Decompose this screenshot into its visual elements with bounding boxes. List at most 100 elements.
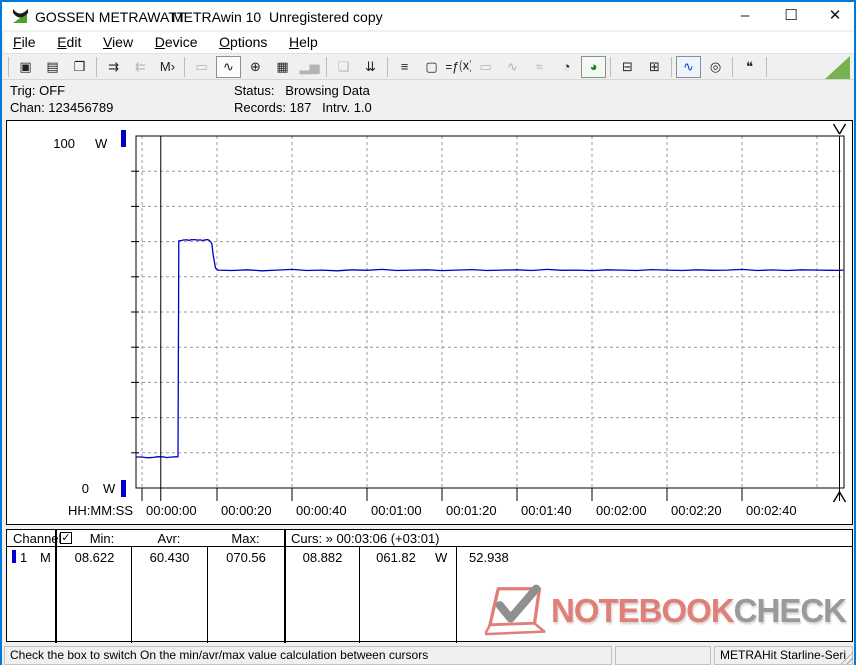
x-axis-tick-label: 00:02:20	[671, 503, 722, 518]
col-header-avr: Avr:	[131, 531, 207, 546]
table-view-icon[interactable]: ▦	[270, 56, 295, 78]
value-max: 070.56	[208, 550, 284, 565]
monitor-device-icon[interactable]: ▢	[419, 56, 444, 78]
table-border	[284, 530, 286, 643]
trigger-status: Trig: OFF	[10, 83, 65, 98]
toolbar-separator	[96, 57, 97, 77]
minimize-button[interactable]: –	[725, 2, 765, 30]
cursor-2-top-handle[interactable]	[834, 124, 846, 134]
channel-config-icon[interactable]: ≡	[392, 56, 417, 78]
app-logo-icon	[12, 8, 29, 25]
toolbar-separator	[732, 57, 733, 77]
device-status-panel: Trig: OFF Chan: 123456789 Status: Browsi…	[2, 80, 854, 116]
chart-panel: 00:00:00 00:00:20 00:00:40 00:01:00 00:01:20…	[6, 120, 853, 525]
x-axis-tick-label: 00:01:20	[446, 503, 497, 518]
menu-device[interactable]: Device	[146, 32, 207, 50]
zoom-waveform-icon[interactable]: ∿	[676, 56, 701, 78]
save-icon[interactable]: ▣	[13, 56, 38, 78]
col-header-max: Max:	[207, 531, 284, 546]
zoom-select-icon[interactable]: ◎	[703, 56, 728, 78]
read-memory-icon[interactable]: M›	[155, 56, 180, 78]
x-axis-tick-label: 00:02:00	[596, 503, 647, 518]
value-cursor1: 08.882	[286, 550, 359, 565]
toolbar-separator	[8, 57, 9, 77]
line-chart-view-icon[interactable]: ∿	[216, 56, 241, 78]
histogram-view-icon: ▂▅	[297, 56, 322, 78]
timer-icon[interactable]: ◔	[554, 56, 579, 78]
toolbar: ▣▤❒⇉⇇M›▭∿⊕▦▂▅❏⇊≡▢=ƒ⒳▭∿≈◔◕⊟⊞∿◎❝	[2, 53, 854, 80]
channel-marker-top	[121, 130, 126, 147]
browse-status: Status: Browsing Data	[234, 83, 370, 98]
y-axis-max-label: 100	[53, 136, 75, 151]
menu-view[interactable]: View	[94, 32, 142, 50]
table-border	[359, 546, 360, 643]
statusbar-empty-pane	[615, 646, 711, 665]
col-header-cursors: Curs: » 00:03:06 (+03:01)	[291, 531, 440, 546]
channel-mode: M	[40, 550, 51, 565]
x-axis-tick-label: 00:01:00	[371, 503, 422, 518]
value-min: 08.622	[58, 550, 131, 565]
statusbar-device-name: METRAHit Starline-Seri	[714, 646, 853, 665]
x-axis-tick-label: 00:00:20	[221, 503, 272, 518]
series-line-channel-1	[136, 240, 843, 458]
table-header-divider	[7, 546, 852, 547]
menu-edit[interactable]: Edit	[48, 32, 90, 50]
x-axis-label: HH:MM:SS	[68, 503, 133, 518]
menu-file[interactable]: File	[4, 32, 45, 50]
toolbar-separator	[766, 57, 767, 77]
channel-number: 1	[20, 550, 27, 565]
title-app-name: GOSSEN METRAWATT	[35, 9, 185, 25]
toolbar-separator	[184, 57, 185, 77]
read-device-32i-icon[interactable]: ⇉	[101, 56, 126, 78]
interval-clock-icon[interactable]: ◕	[581, 56, 606, 78]
value-cursor2-unit: W	[435, 550, 447, 565]
title-license-status: Unregistered copy	[269, 9, 383, 25]
toolbar-separator	[671, 57, 672, 77]
x-axis-tick-label: 00:00:40	[296, 503, 347, 518]
spectrum-icon: ≈	[527, 56, 552, 78]
menu-options[interactable]: Options	[210, 32, 276, 50]
col-header-channel: Channel:	[13, 531, 65, 546]
save-as-icon[interactable]: ▤	[40, 56, 65, 78]
records-status: Records: 187 Intrv. 1.0	[234, 100, 372, 115]
toolbar-separator	[610, 57, 611, 77]
write-device-icon[interactable]: ⇊	[358, 56, 383, 78]
channel-marker-bottom	[121, 480, 126, 497]
copy-screen-icon: ❏	[331, 56, 356, 78]
y-axis-min-label: 0	[82, 481, 89, 496]
x-axis-tick-label: 00:02:40	[746, 503, 797, 518]
menu-help[interactable]: Help	[280, 32, 327, 50]
notebookcheck-laptop-icon	[485, 583, 551, 639]
value-cursor2: 061.82	[361, 550, 431, 565]
print-icon[interactable]: ⊟	[615, 56, 640, 78]
toolbar-separator	[387, 57, 388, 77]
value-avr: 60.430	[132, 550, 207, 565]
x-axis-tick-label: 00:01:40	[521, 503, 572, 518]
chart-canvas[interactable]: 00:00:00 00:00:20 00:00:40 00:01:00 00:01:20…	[7, 121, 852, 524]
close-button[interactable]: ✕	[815, 2, 855, 30]
table-border	[456, 546, 457, 643]
crosshair-view-icon[interactable]: ⊕	[243, 56, 268, 78]
channel-1-color-marker	[12, 550, 16, 563]
channel-status: Chan: 123456789	[10, 100, 113, 115]
value-cursor-delta: 52.938	[469, 550, 509, 565]
open-file-icon[interactable]: ❒	[67, 56, 92, 78]
cursor-value-table: Channel: ✓ Min: Avr: Max: Curs: » 00:03:…	[6, 529, 853, 642]
callout-icon[interactable]: ❝	[737, 56, 762, 78]
metrawin-window: { "window": { "title_app": "GOSSEN METRA…	[0, 0, 856, 665]
x-axis-tick-label: 00:00:00	[146, 503, 197, 518]
minmax-checkbox[interactable]: ✓	[60, 532, 72, 544]
statusbar-message: Check the box to switch On the min/avr/m…	[4, 646, 612, 665]
title-product-name: METRAwin 10	[172, 9, 261, 25]
maximize-button[interactable]: ☐	[771, 2, 811, 30]
print-preview-icon[interactable]: ⊞	[642, 56, 667, 78]
menu-bar: File Edit View Device Options Help	[4, 32, 854, 53]
lcd-display-icon: ▭	[189, 56, 214, 78]
sine-wave-icon: ∿	[500, 56, 525, 78]
notebookcheck-watermark: NOTEBOOKCHECK	[485, 583, 846, 639]
function-icon[interactable]: =ƒ⒳	[446, 56, 471, 78]
y-axis-unit-top: W	[95, 136, 108, 151]
y-axis-unit-bottom: W	[103, 481, 116, 496]
toolbar-separator	[326, 57, 327, 77]
status-bar: Check the box to switch On the min/avr/m…	[2, 646, 854, 665]
